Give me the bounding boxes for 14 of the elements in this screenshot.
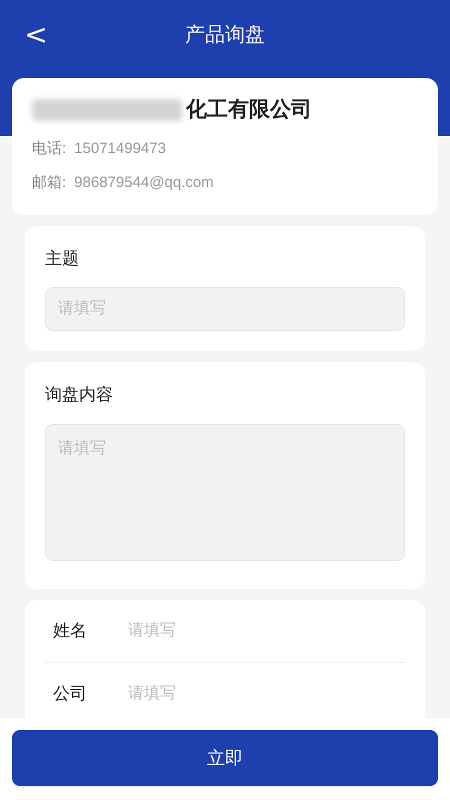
phone-value: 15071499473 <box>74 138 166 158</box>
text-field[interactable]: 请填写 <box>128 682 397 706</box>
email-value: 986879544@qq.com <box>74 173 214 193</box>
field-label: 公司 <box>53 683 88 706</box>
submit-button[interactable]: 立即 <box>12 730 438 786</box>
field-label: 姓名 <box>53 620 88 642</box>
page-title: 产品询盘 <box>185 23 265 48</box>
phone-label: 电话: <box>32 138 66 158</box>
company-name: 化工有限公司 <box>186 97 312 123</box>
back-button[interactable]: < <box>24 21 48 49</box>
subject-label: 主题 <box>45 248 80 270</box>
text-field[interactable]: 请填写 <box>128 618 397 642</box>
content-label: 询盘内容 <box>45 384 114 406</box>
email-label: 邮箱: <box>32 173 66 193</box>
